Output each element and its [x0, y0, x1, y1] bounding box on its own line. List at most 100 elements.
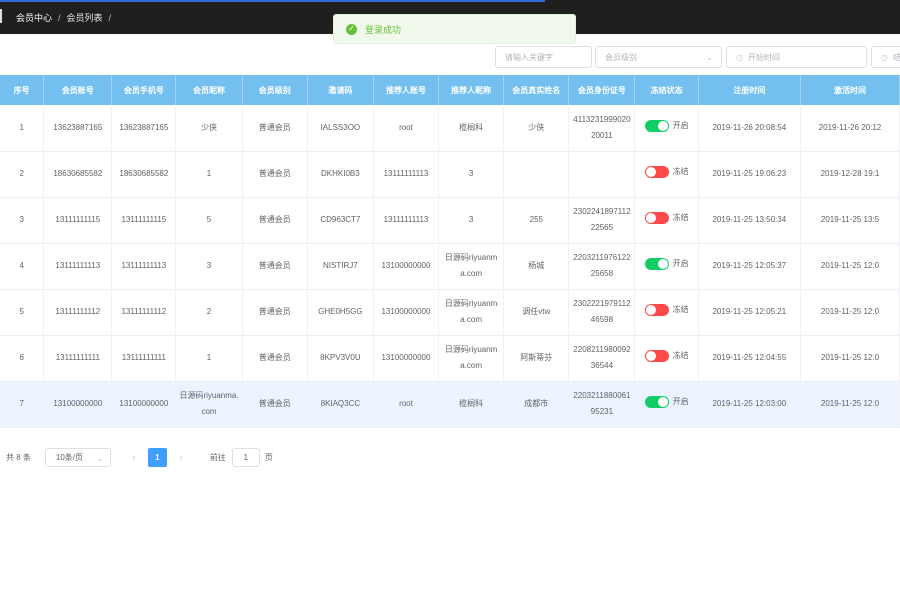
column-header: 注册时间	[698, 75, 801, 105]
referrer-nickname-cell: 日源码riyuanma.com	[438, 335, 505, 382]
member-level-select[interactable]: 会员级别 ⌄	[595, 46, 722, 68]
referrer-nickname-cell: 榄榈科	[438, 105, 505, 152]
freeze-status-switch[interactable]: 开启	[644, 118, 689, 134]
breadcrumb-separator: /	[108, 12, 112, 23]
toggle-switch-icon[interactable]	[644, 258, 669, 270]
row-number-cell: 4	[0, 243, 45, 290]
referrer-account-cell: 13111111113	[373, 197, 440, 244]
table-row[interactable]: 4 13111111113 13111111113 3 普通会员 NISTIRJ7 1310…	[0, 243, 900, 290]
member-nickname-cell: 2	[175, 289, 243, 336]
toggle-switch-icon[interactable]	[644, 304, 669, 316]
row-number-cell: 6	[0, 335, 45, 382]
end-time-placeholder: 结	[892, 52, 900, 62]
toggle-switch-icon[interactable]	[644, 166, 669, 178]
invite-code-cell: GHE0H5GG	[307, 289, 374, 336]
column-header: 邀请码	[307, 75, 374, 105]
freeze-status-switch[interactable]: 冻结	[644, 164, 689, 180]
page-number-current[interactable]: 1	[147, 447, 167, 467]
activate-time-cell: 2019-11-25 12:0	[800, 289, 900, 336]
freeze-status-switch[interactable]: 冻结	[644, 348, 689, 364]
breadcrumb-item-member-center[interactable]: 会员中心	[16, 11, 52, 24]
freeze-status-switch[interactable]: 开启	[644, 256, 689, 272]
column-header: 会员真实姓名	[503, 75, 570, 105]
referrer-nickname-cell: 日源码riyuanma.com	[438, 243, 505, 290]
freeze-status-label: 冻结	[672, 167, 689, 176]
table-body: 1 13623887165 13623887165 少侠 普通会员 IALSS3OO roo…	[0, 105, 900, 428]
toggle-knob	[657, 120, 668, 131]
member-account-cell: 13623887165	[43, 105, 113, 152]
member-phone-cell: 13623887165	[111, 105, 177, 152]
activate-time-cell: 2019-11-25 13:5	[800, 197, 900, 244]
filter-bar: 请输入关键字 会员级别 ⌄ ◷ 开始时间 ◷ 结	[0, 46, 900, 68]
row-number-cell: 1	[0, 105, 45, 152]
clock-icon: ◷	[881, 52, 888, 62]
real-name-cell: 成都市	[503, 381, 570, 428]
row-number-cell: 3	[0, 197, 45, 244]
next-page-icon[interactable]: ›	[172, 452, 190, 463]
member-phone-cell: 13100000000	[111, 381, 177, 428]
register-time-cell: 2019-11-25 12:04:55	[698, 335, 801, 382]
freeze-status-switch[interactable]: 冻结	[644, 302, 689, 318]
column-header: 会员手机号	[111, 75, 177, 105]
toggle-switch-icon[interactable]	[644, 350, 669, 362]
breadcrumb-separator: /	[58, 12, 61, 23]
toggle-knob	[657, 259, 668, 269]
register-time-cell: 2019-11-25 12:05:21	[698, 289, 801, 336]
goto-label: 前往	[209, 452, 226, 462]
member-level-cell: 普通会员	[242, 335, 308, 382]
toggle-knob	[645, 305, 656, 315]
toggle-switch-icon[interactable]	[644, 119, 669, 132]
member-phone-cell: 13111111113	[111, 243, 177, 290]
table-row[interactable]: 3 13111111115 13111111115 5 普通会员 CD963CT7 1311…	[0, 197, 900, 244]
prev-page-icon[interactable]: ‹	[125, 452, 143, 463]
page-size-value: 10条/页	[55, 452, 84, 462]
start-time-picker[interactable]: ◷ 开始时间	[726, 46, 867, 68]
referrer-account-cell: root	[373, 105, 440, 152]
freeze-status-cell: 冻结	[634, 335, 699, 382]
freeze-status-switch[interactable]: 开启	[644, 394, 689, 410]
table-row[interactable]: 1 13623887165 13623887165 少侠 普通会员 IALSS3OO roo…	[0, 105, 900, 152]
member-level-cell: 普通会员	[242, 243, 308, 290]
table-row[interactable]: 2 18630685582 18630685582 1 普通会员 DKHKI0B3 1311…	[0, 151, 900, 198]
register-time-cell: 2019-11-25 19:06:23	[698, 151, 801, 198]
column-header: 会员身份证号	[568, 75, 636, 105]
breadcrumb-item-member-list: 会员列表	[66, 13, 103, 23]
collapse-marker[interactable]	[0, 9, 2, 23]
member-level-cell: 普通会员	[242, 151, 308, 198]
member-level-cell: 普通会员	[242, 197, 308, 244]
table-row[interactable]: 7 13100000000 13100000000 日源码riyuanma.com 普通…	[0, 381, 900, 428]
member-phone-cell: 13111111112	[111, 289, 177, 336]
member-level-cell: 普通会员	[242, 105, 308, 152]
column-header: 推荐人账号	[373, 75, 440, 105]
table-row[interactable]: 5 13111111112 13111111112 2 普通会员 GHE0H5GG 1310…	[0, 289, 900, 336]
invite-code-cell: NISTIRJ7	[307, 243, 374, 290]
end-time-picker[interactable]: ◷ 结	[871, 46, 900, 68]
toggle-knob	[645, 167, 656, 177]
referrer-account-cell: 13111111113	[373, 151, 440, 198]
freeze-status-label: 开启	[672, 397, 689, 406]
table-row[interactable]: 6 13111111111 13111111111 1 普通会员 8KPV3V0U 1310…	[0, 335, 900, 382]
column-header: 会员级别	[242, 75, 308, 105]
register-time-cell: 2019-11-26 20:08:54	[698, 105, 801, 152]
member-account-cell: 13100000000	[43, 381, 113, 428]
register-time-cell: 2019-11-25 12:03:00	[698, 381, 801, 428]
chevron-down-icon: ⌄	[706, 53, 713, 62]
column-header: 序号	[0, 75, 45, 105]
top-accent-line	[0, 0, 545, 2]
toggle-switch-icon[interactable]	[644, 396, 669, 408]
member-nickname-cell: 5	[175, 197, 243, 244]
freeze-status-label: 开启	[672, 259, 689, 268]
freeze-status-cell: 冻结	[634, 151, 699, 198]
real-name-cell: 杨城	[503, 243, 570, 290]
toggle-switch-icon[interactable]	[644, 212, 669, 224]
page-size-select[interactable]: 10条/页 ⌄	[44, 447, 111, 467]
freeze-status-label: 冻结	[672, 213, 689, 222]
activate-time-cell: 2019-11-25 12:0	[800, 335, 900, 382]
goto-page-input[interactable]: 1	[231, 447, 260, 467]
toggle-knob	[645, 351, 656, 361]
chevron-down-icon: ⌄	[96, 453, 103, 463]
start-time-placeholder: 开始时间	[747, 52, 780, 62]
keyword-search-input[interactable]: 请输入关键字	[495, 46, 592, 68]
freeze-status-switch[interactable]: 冻结	[644, 210, 689, 226]
id-card-number-cell: 411323199902020011	[568, 105, 636, 152]
